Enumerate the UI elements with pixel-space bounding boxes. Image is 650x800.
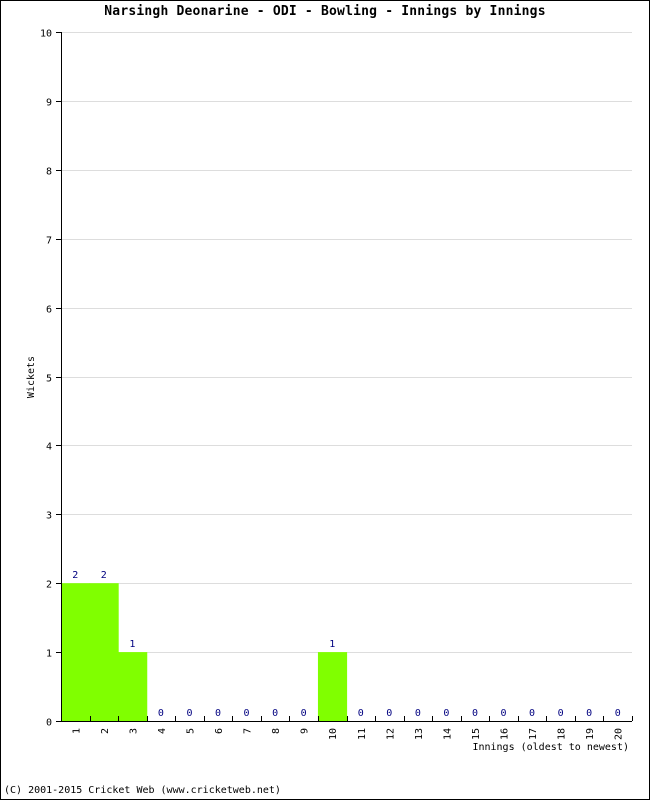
- y-axis-title: Wickets: [26, 356, 37, 398]
- x-tick-label: 3: [128, 728, 139, 734]
- x-tick-label: 9: [300, 728, 311, 734]
- copyright-footer: (C) 2001-2015 Cricket Web (www.cricketwe…: [4, 785, 281, 796]
- x-tick-label: 20: [614, 728, 625, 740]
- grid-lines: [61, 32, 632, 653]
- x-tick-label: 10: [328, 728, 339, 740]
- x-tick-label: 17: [528, 728, 539, 740]
- chart-frame: Narsingh Deonarine - ODI - Bowling - Inn…: [0, 0, 650, 800]
- x-tick-label: 14: [442, 728, 453, 740]
- bar: [61, 583, 91, 721]
- data-label: 2: [101, 570, 107, 581]
- x-tick-label: 1: [71, 728, 82, 734]
- data-label: 0: [415, 708, 421, 719]
- axes: [56, 32, 633, 722]
- x-tick-label: 5: [185, 728, 196, 734]
- data-label: 2: [72, 570, 78, 581]
- y-tick-label: 10: [40, 29, 52, 40]
- y-tick-label: 4: [46, 442, 52, 453]
- data-label: 0: [358, 708, 364, 719]
- x-tick-label: 11: [357, 728, 368, 740]
- y-tick-label: 1: [46, 649, 52, 660]
- y-tick-label: 5: [46, 374, 52, 385]
- x-axis-title: Innings (oldest to newest): [472, 742, 629, 753]
- data-label: 0: [215, 708, 221, 719]
- data-label: 0: [501, 708, 507, 719]
- y-tick-label: 8: [46, 167, 52, 178]
- data-label: 0: [443, 708, 449, 719]
- data-label: 1: [129, 639, 135, 650]
- y-tick-label: 6: [46, 305, 52, 316]
- x-tick-label: 7: [243, 728, 254, 734]
- x-tick-label: 6: [214, 728, 225, 734]
- labels: 0123456789102122130405060708091100110120…: [40, 29, 625, 741]
- y-tick-label: 0: [46, 718, 52, 729]
- y-tick-label: 9: [46, 98, 52, 109]
- x-tick-label: 2: [100, 728, 111, 734]
- data-label: 0: [244, 708, 250, 719]
- data-label: 1: [329, 639, 335, 650]
- y-tick-label: 3: [46, 511, 52, 522]
- data-label: 0: [472, 708, 478, 719]
- x-tick-label: 4: [157, 728, 168, 734]
- x-tick-label: 13: [414, 728, 425, 740]
- y-tick-label: 2: [46, 580, 52, 591]
- y-tick-label: 7: [46, 236, 52, 247]
- bar: [317, 652, 348, 721]
- x-tick-label: 19: [585, 728, 596, 740]
- data-label: 0: [386, 708, 392, 719]
- x-tick-label: 15: [471, 728, 482, 740]
- data-label: 0: [301, 708, 307, 719]
- x-tick-label: 8: [271, 728, 282, 734]
- data-label: 0: [272, 708, 278, 719]
- data-label: 0: [529, 708, 535, 719]
- x-tick-label: 12: [385, 728, 396, 740]
- bar: [89, 583, 119, 721]
- bar: [118, 652, 148, 721]
- data-label: 0: [615, 708, 621, 719]
- data-label: 0: [586, 708, 592, 719]
- x-tick-label: 16: [500, 728, 511, 740]
- bar-chart: 0123456789102122130405060708091100110120…: [26, 29, 633, 753]
- data-label: 0: [186, 708, 192, 719]
- data-label: 0: [158, 708, 164, 719]
- x-tick-label: 18: [557, 728, 568, 740]
- data-label: 0: [558, 708, 564, 719]
